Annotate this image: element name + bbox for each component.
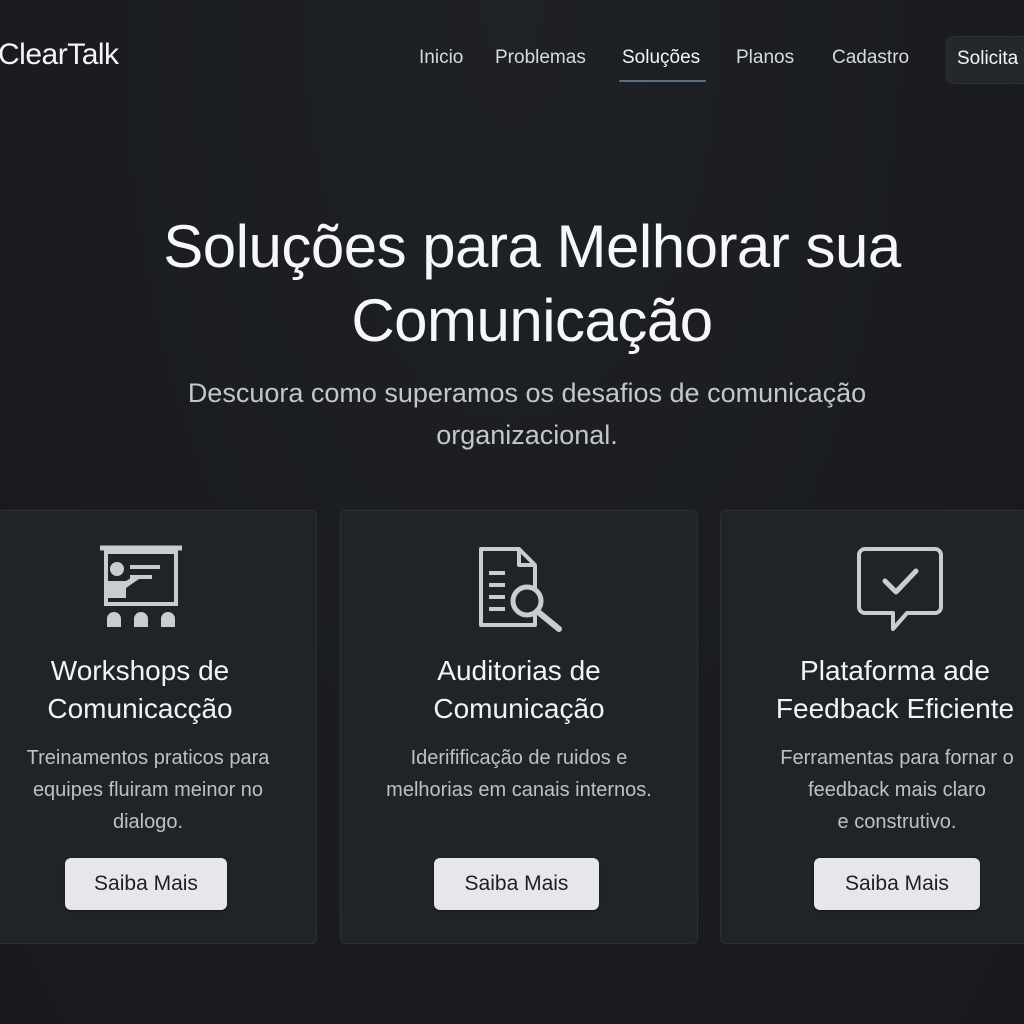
saiba-mais-button-auditorias[interactable]: Saiba Mais [434,858,599,910]
document-search-icon [479,547,562,632]
card-title-feedback: Plataforma ade Feedback Eficiente [775,655,1015,724]
nav-link-solucoes[interactable]: Soluções [622,47,700,69]
card-title-workshops: Workshops de Comunicacção [47,655,233,724]
main-nav: Inicio Problemas Soluções Planos Cadastr… [0,0,1024,100]
solicitar-button[interactable]: Solicita [946,36,1024,84]
saiba-mais-button-feedback[interactable]: Saiba Mais [814,858,980,910]
nav-link-planos[interactable]: Planos [736,47,794,69]
nav-link-problemas[interactable]: Problemas [495,47,586,69]
card-description-feedback: Ferramentas para fornar o feedback mais … [780,747,1014,833]
page-title: Soluções para Melhorar sua Comunicação [163,213,901,354]
page-subtitle: Descuora como superamos os desafios de c… [187,378,867,450]
nav-link-cadastro[interactable]: Cadastro [832,47,909,69]
chat-check-icon [857,547,943,631]
card-title-auditorias: Auditorias de Comunicação [433,655,605,724]
saiba-mais-button-workshops[interactable]: Saiba Mais [65,858,227,910]
card-description-auditorias: Iderifificação de ruidos e melhorias em … [386,747,652,801]
nav-active-indicator [619,80,706,82]
card-description-workshops: Treinamentos praticos para equipes fluir… [26,747,270,833]
presentation-icon [100,545,182,627]
page: ClearTalk Inicio Problemas Soluções Plan… [0,0,1024,1024]
nav-link-inicio[interactable]: Inicio [419,47,463,69]
